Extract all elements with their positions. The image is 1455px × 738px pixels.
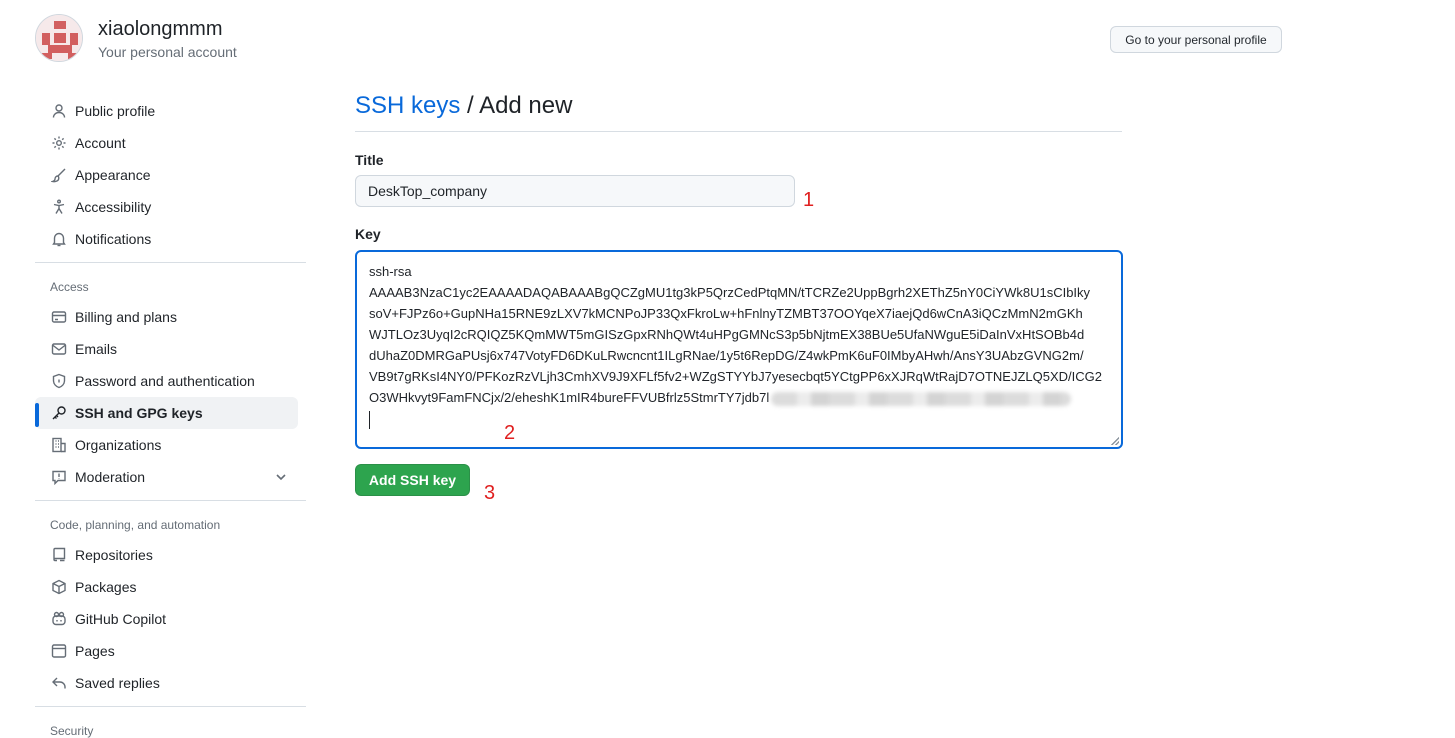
sidebar-item-accessibility[interactable]: Accessibility — [35, 191, 298, 223]
key-text-line: VB9t7gRKsI4NY0/PFKozRzVLjh3CmhXV9J9XFLf5… — [369, 369, 1102, 384]
bell-icon — [51, 231, 67, 247]
sidebar-item-label: SSH and GPG keys — [75, 405, 203, 421]
account-subtitle: Your personal account — [98, 44, 237, 60]
mail-icon — [51, 341, 67, 357]
sidebar-divider — [35, 500, 306, 501]
sidebar-item-organizations[interactable]: Organizations — [35, 429, 298, 461]
chevron-down-icon[interactable] — [274, 470, 288, 484]
sidebar-item-packages[interactable]: Packages — [35, 571, 298, 603]
sidebar-item-label: Public profile — [75, 103, 156, 119]
sidebar-item-label: GitHub Copilot — [75, 611, 167, 627]
sidebar-item-public-profile[interactable]: Public profile — [35, 95, 298, 127]
sidebar-item-label: Pages — [75, 643, 115, 659]
sidebar-item-label: Organizations — [75, 437, 162, 453]
title-label: Title — [355, 152, 384, 168]
sidebar-section-security: Security — [50, 724, 94, 738]
add-ssh-key-button[interactable]: Add SSH key — [355, 464, 470, 496]
sidebar-item-billing[interactable]: Billing and plans — [35, 301, 298, 333]
package-icon — [51, 579, 67, 595]
sidebar-item-label: Emails — [75, 341, 118, 357]
breadcrumb-separator: / — [460, 92, 480, 119]
go-to-profile-button[interactable]: Go to your personal profile — [1110, 26, 1282, 53]
sidebar-item-label: Appearance — [75, 167, 151, 183]
resize-handle[interactable] — [1111, 437, 1119, 445]
key-text-line: ssh-rsa — [369, 264, 412, 279]
gear-icon — [51, 135, 67, 151]
sidebar-item-label: Repositories — [75, 547, 153, 563]
sidebar-item-ssh-gpg-keys[interactable]: SSH and GPG keys — [35, 397, 298, 429]
key-text-line: WJTLOz3UyqI2cRQIQZ5KQmMWT5mGISzGpxRNhQWt… — [369, 327, 1085, 342]
key-text-line: soV+FJPz6o+GupNHa15RNE9zLXV7kMCNPoJP33Qx… — [369, 306, 1083, 321]
sidebar-item-appearance[interactable]: Appearance — [35, 159, 298, 191]
text-cursor — [369, 410, 370, 429]
sidebar-item-copilot[interactable]: GitHub Copilot — [35, 603, 298, 635]
sidebar-item-label: Password and authentication — [75, 373, 255, 389]
sidebar-item-notifications[interactable]: Notifications — [35, 223, 298, 255]
sidebar-item-label: Billing and plans — [75, 309, 177, 325]
paintbrush-icon — [51, 167, 67, 183]
account-username[interactable]: xiaolongmmm — [98, 18, 222, 41]
annotation-marker-2: 2 — [504, 422, 516, 444]
annotation-marker-1: 1 — [803, 189, 815, 211]
sidebar-item-label: Account — [75, 135, 126, 151]
sidebar-item-emails[interactable]: Emails — [35, 333, 298, 365]
sidebar-divider — [35, 706, 306, 707]
page-title-text: Add new — [479, 92, 573, 119]
sidebar-section-code: Code, planning, and automation — [50, 518, 221, 532]
key-label: Key — [355, 226, 381, 242]
person-icon — [51, 103, 67, 119]
sidebar-item-repositories[interactable]: Repositories — [35, 539, 298, 571]
page-title: SSH keys / Add new — [355, 92, 572, 120]
sidebar-item-label: Accessibility — [75, 199, 152, 215]
sidebar-divider — [35, 262, 306, 263]
browser-icon — [51, 643, 67, 659]
sidebar-item-saved-replies[interactable]: Saved replies — [35, 667, 298, 699]
key-text-line: dUhaZ0DMRGaPUsj6x747VotyFD6DKuLRwcncnt1I… — [369, 348, 1084, 363]
shield-lock-icon — [51, 373, 67, 389]
accessibility-icon — [51, 199, 67, 215]
key-icon — [51, 405, 67, 421]
sidebar-item-label: Notifications — [75, 231, 152, 247]
title-divider — [355, 131, 1122, 132]
copilot-icon — [51, 611, 67, 627]
sidebar-item-password[interactable]: Password and authentication — [35, 365, 298, 397]
sidebar-item-label: Saved replies — [75, 675, 160, 691]
redacted-blur — [771, 391, 1072, 406]
sidebar-item-moderation[interactable]: Moderation — [35, 461, 298, 493]
report-icon — [51, 469, 67, 485]
breadcrumb-ssh-keys[interactable]: SSH keys — [355, 92, 460, 119]
key-text-line: AAAAB3NzaC1yc2EAAAADAQABAAABgQCZgMU1tg3k… — [369, 285, 1091, 300]
repo-icon — [51, 547, 67, 563]
sidebar-item-label: Packages — [75, 579, 137, 595]
sidebar-item-pages[interactable]: Pages — [35, 635, 298, 667]
reply-icon — [51, 675, 67, 691]
annotation-marker-3: 3 — [484, 482, 496, 504]
key-textarea[interactable]: ssh-rsa AAAAB3NzaC1yc2EAAAADAQABAAABgQCZ… — [355, 250, 1123, 449]
avatar[interactable] — [35, 14, 83, 62]
sidebar-section-access: Access — [50, 280, 89, 294]
active-indicator — [35, 403, 39, 427]
sidebar-item-label: Moderation — [75, 469, 146, 485]
sidebar-item-account[interactable]: Account — [35, 127, 298, 159]
key-text-line: O3WHkvyt9FamFNCjx/2/eheshK1mIR4bureFFVUB… — [369, 390, 770, 405]
organization-icon — [51, 437, 67, 453]
title-input[interactable] — [355, 175, 795, 207]
credit-card-icon — [51, 309, 67, 325]
